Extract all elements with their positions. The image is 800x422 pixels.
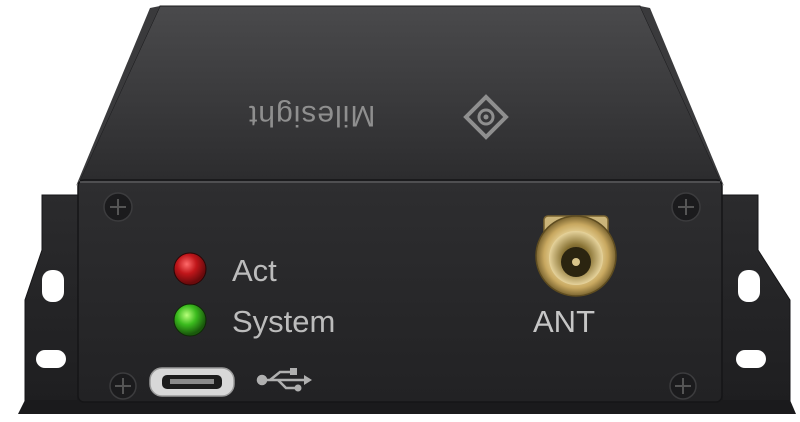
enclosure-top	[79, 5, 721, 181]
micro-usb-port[interactable]	[149, 367, 235, 397]
act-led	[173, 252, 207, 286]
mounting-slot	[36, 350, 66, 368]
screw	[103, 192, 133, 222]
screw	[669, 372, 697, 400]
mounting-slot	[736, 350, 766, 368]
system-led	[173, 303, 207, 337]
screw	[671, 192, 701, 222]
mounting-slot	[738, 270, 760, 302]
mounting-slot	[42, 270, 64, 302]
antenna-label: ANT	[533, 304, 595, 339]
antenna-connector[interactable]	[535, 215, 617, 297]
screw	[109, 372, 137, 400]
brand-name: Milesight	[248, 99, 376, 132]
product-photo: Milesight Act System ANT	[0, 0, 800, 422]
system-label: System	[232, 304, 336, 339]
act-label: Act	[232, 253, 277, 288]
gateway-device	[18, 5, 796, 414]
